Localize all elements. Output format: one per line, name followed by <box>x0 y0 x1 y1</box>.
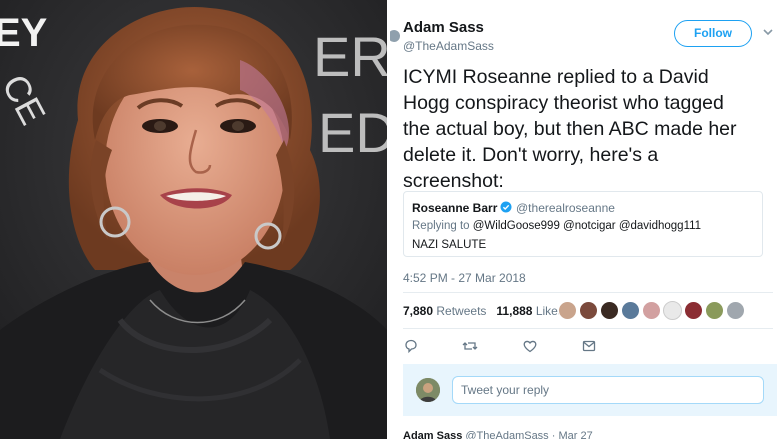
liker-avatar[interactable] <box>579 301 598 320</box>
dm-icon[interactable] <box>581 338 597 354</box>
liker-avatar[interactable] <box>558 301 577 320</box>
replying-to-label: Replying to <box>412 220 470 232</box>
backdrop-text-left: EY <box>0 11 48 55</box>
tweet-text: ICYMI Roseanne replied to a David Hogg c… <box>403 66 737 192</box>
tweet-card: Adam Sass @TheAdamSass Follow ICYMI Rose… <box>390 0 780 439</box>
reply-input[interactable] <box>452 376 764 404</box>
quoted-replying-to: Replying to @WildGoose999 @notcigar @dav… <box>412 220 701 232</box>
like-icon[interactable] <box>522 338 538 354</box>
quoted-tweet-text: NAZI SALUTE <box>412 239 487 251</box>
next-tweet-author-handle: @TheAdamSass <box>465 430 549 439</box>
retweet-icon[interactable] <box>462 338 478 354</box>
photo-illustration: EY CE ER ED <box>0 0 387 439</box>
liker-avatar[interactable] <box>600 301 619 320</box>
next-tweet-author-name: Adam Sass <box>403 430 463 439</box>
chevron-down-icon[interactable] <box>762 27 774 37</box>
follow-button[interactable]: Follow <box>674 20 752 47</box>
author-name[interactable]: Adam Sass <box>403 19 484 36</box>
verified-icon <box>500 201 512 213</box>
liker-avatar[interactable] <box>726 301 745 320</box>
backdrop-text-right: ER <box>313 25 387 88</box>
reply-composer <box>403 364 777 416</box>
engagement-stats: 7,880 Retweets 11,888 Likes <box>403 304 564 318</box>
reply-icon[interactable] <box>403 338 419 354</box>
quoted-tweet[interactable]: Roseanne Barr @therealroseanne Replying … <box>403 191 763 257</box>
celebrity-photo: EY CE ER ED <box>0 0 387 439</box>
user-avatar-image <box>416 378 440 402</box>
tweet-timestamp[interactable]: 4:52 PM - 27 Mar 2018 <box>403 271 526 285</box>
liker-avatar[interactable] <box>621 301 640 320</box>
liker-avatar[interactable] <box>684 301 703 320</box>
retweets-count[interactable]: 7,880 <box>403 304 433 318</box>
liker-avatar[interactable] <box>705 301 724 320</box>
author-handle[interactable]: @TheAdamSass <box>403 39 494 53</box>
next-tweet-date: · Mar 27 <box>551 430 593 439</box>
likes-count[interactable]: 11,888 <box>496 304 532 318</box>
quoted-author-handle: @therealroseanne <box>516 201 615 215</box>
user-avatar <box>416 378 440 402</box>
separator <box>403 292 773 293</box>
quoted-author-name: Roseanne Barr <box>412 201 498 215</box>
separator <box>403 328 773 329</box>
backdrop-text-right-2: ED <box>318 101 387 164</box>
liker-avatar[interactable] <box>642 301 661 320</box>
replying-to-handles: @WildGoose999 @notcigar @davidhogg111 <box>472 220 702 232</box>
next-tweet-header[interactable]: Adam Sass @TheAdamSass · Mar 27 <box>403 430 593 439</box>
retweets-label[interactable]: Retweets <box>436 304 486 318</box>
author-avatar[interactable] <box>390 30 400 42</box>
liker-avatar[interactable] <box>663 301 682 320</box>
